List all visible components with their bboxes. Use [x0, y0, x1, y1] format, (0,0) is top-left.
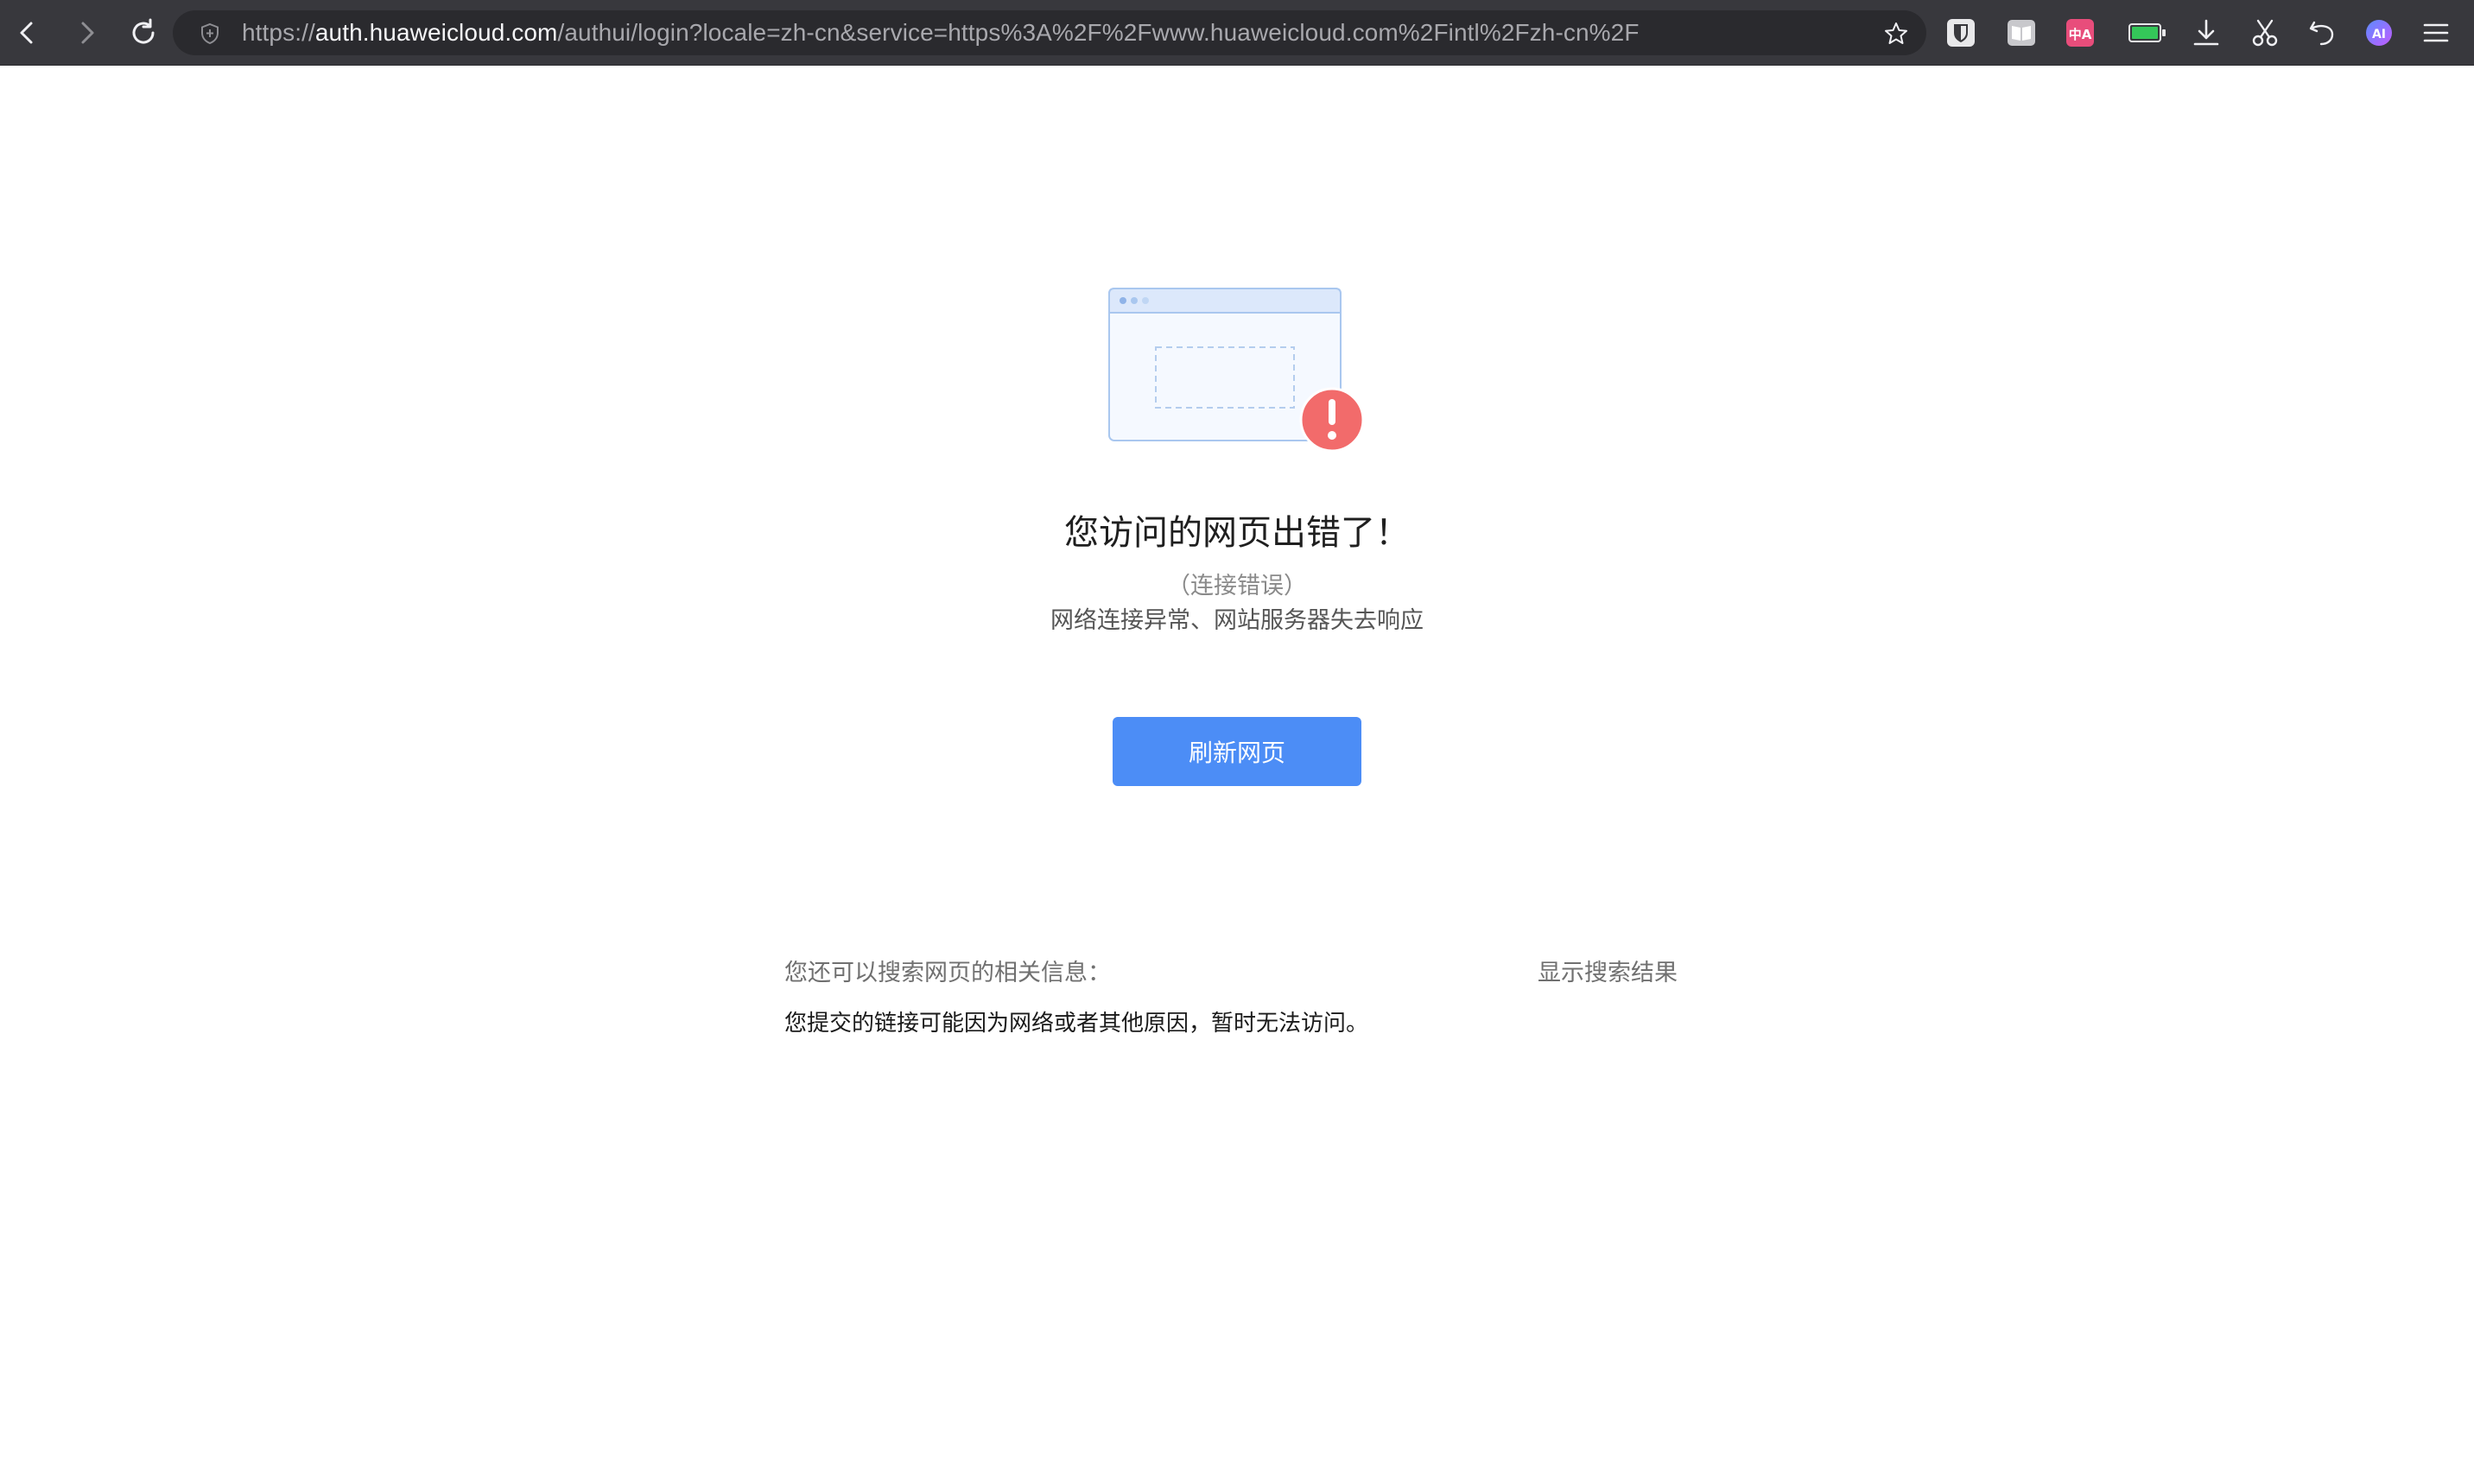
battery-icon[interactable]: [2127, 16, 2168, 50]
menu-icon[interactable]: [2419, 16, 2453, 50]
svg-text:中A: 中A: [2069, 27, 2092, 42]
ai-assistant-icon[interactable]: AI: [2362, 16, 2396, 50]
error-code: （连接错误）: [1167, 573, 1307, 599]
bookmark-star-icon[interactable]: [1883, 21, 1909, 47]
translate-icon[interactable]: 中A: [2063, 16, 2097, 50]
back-button[interactable]: [7, 12, 48, 54]
search-hint: 您还可以搜索网页的相关信息：: [784, 960, 1111, 986]
svg-text:AI: AI: [2372, 28, 2386, 41]
download-icon[interactable]: [2189, 16, 2223, 50]
error-description: 网络连接异常、网站服务器失去响应: [1050, 607, 1424, 634]
bitwarden-icon[interactable]: [1944, 16, 1978, 50]
browser-toolbar: https://auth.huaweicloud.com/authui/logi…: [0, 0, 2474, 66]
reload-icon: [132, 18, 155, 44]
url-host: auth.huaweicloud.com: [314, 19, 558, 46]
chevron-left-icon: [20, 22, 33, 44]
address-bar[interactable]: https://auth.huaweicloud.com/authui/logi…: [173, 10, 1926, 55]
scissors-icon[interactable]: [2248, 16, 2282, 50]
shield-icon[interactable]: [199, 22, 221, 45]
show-search-results-link[interactable]: 显示搜索结果: [1538, 954, 1678, 987]
error-detail: 您提交的链接可能因为网络或者其他原因，暂时无法访问。: [784, 1011, 1369, 1037]
chevron-right-icon: [81, 22, 94, 44]
refresh-button[interactable]: 刷新网页: [1113, 717, 1361, 786]
undo-icon[interactable]: [2305, 16, 2339, 50]
forward-button[interactable]: [66, 12, 107, 54]
error-title: 您访问的网页出错了！: [1064, 513, 1410, 553]
reload-button[interactable]: [123, 12, 164, 54]
url-path: /authui/login?locale=zh-cn&service=https…: [557, 19, 1640, 46]
url-text[interactable]: https://auth.huaweicloud.com/authui/logi…: [242, 10, 1640, 55]
error-illustration: [1108, 288, 1365, 453]
reader-icon[interactable]: [2004, 16, 2039, 50]
url-scheme: https://: [242, 19, 315, 46]
